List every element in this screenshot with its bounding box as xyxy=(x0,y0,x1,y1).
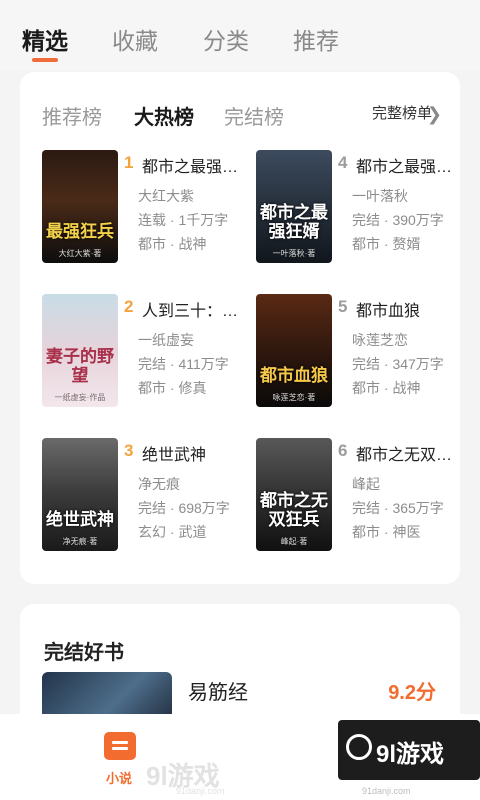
rank-number: 6 xyxy=(338,441,348,460)
book-stat: 连载 · 1千万字 xyxy=(138,212,229,228)
book-cover: 都市血狼 咏莲芝恋·著 xyxy=(256,294,332,407)
book-author: 峰起 xyxy=(352,476,380,492)
book-stat: 完结 · 411万字 xyxy=(138,356,229,372)
book-tags: 都市 · 战神 xyxy=(138,236,207,252)
active-tab-indicator xyxy=(32,58,58,62)
book-tags: 都市 · 修真 xyxy=(138,380,207,396)
bottom-nav-bar: 小说 9l游戏 91danji.com 9l游戏 91danji.com xyxy=(0,714,480,800)
tab-favorites[interactable]: 收藏 xyxy=(112,22,158,56)
book-title[interactable]: 易筋经 xyxy=(188,676,248,705)
book-item[interactable]: 妻子的野望 一纸虚妄·作品 2 人到三十：… 一纸虚妄 完结 · 411万字 都… xyxy=(42,294,252,410)
top-tab-bar: 精选 收藏 分类 推荐 xyxy=(0,0,480,70)
book-tags: 玄幻 · 武道 xyxy=(138,524,207,540)
tab-categories[interactable]: 分类 xyxy=(203,22,249,56)
book-cover: 都市之最强狂婿 一叶落秋·著 xyxy=(256,150,332,263)
watermark-text: 9l游戏 xyxy=(376,741,445,768)
book-author: 大红大紫 xyxy=(138,188,194,204)
book-title: 人到三十：… xyxy=(142,303,239,320)
book-author: 一叶落秋 xyxy=(352,188,408,204)
rank-number: 2 xyxy=(124,297,134,316)
rank-number: 5 xyxy=(338,297,348,316)
rank-number: 1 xyxy=(124,153,134,172)
book-item[interactable]: 绝世武神 净无痕·著 3 绝世武神 净无痕 完结 · 698万字 玄幻 · 武道 xyxy=(42,438,252,554)
book-item[interactable]: 都市血狼 咏莲芝恋·著 5 都市血狼 咏莲芝恋 完结 · 347万字 都市 · … xyxy=(256,294,466,410)
book-item[interactable]: 最强狂兵 大红大紫·著 1 都市之最强… 大红大紫 连载 · 1千万字 都市 ·… xyxy=(42,150,252,266)
book-title: 都市血狼 xyxy=(356,303,421,320)
book-stat: 完结 · 347万字 xyxy=(352,356,444,372)
book-cover: 最强狂兵 大红大紫·著 xyxy=(42,150,118,263)
book-tags: 都市 · 赘婿 xyxy=(352,236,421,252)
rank-tab-hot[interactable]: 大热榜 xyxy=(134,101,194,130)
nav-item-novel[interactable]: 小说 xyxy=(106,768,132,787)
book-stat: 完结 · 698万字 xyxy=(138,500,230,516)
watermark-url: 91danji.com xyxy=(176,786,225,796)
tab-featured[interactable]: 精选 xyxy=(22,22,68,56)
book-cover: 绝世武神 净无痕·著 xyxy=(42,438,118,551)
book-title: 都市之最强… xyxy=(356,159,453,176)
book-stat: 完结 · 365万字 xyxy=(352,500,444,516)
book-tags: 都市 · 神医 xyxy=(352,524,421,540)
book-item[interactable]: 都市之最强狂婿 一叶落秋·著 4 都市之最强… 一叶落秋 完结 · 390万字 … xyxy=(256,150,466,266)
book-tags: 都市 · 战神 xyxy=(352,380,421,396)
book-title: 都市之无双… xyxy=(356,447,453,464)
rank-number: 3 xyxy=(124,441,134,460)
rank-number: 4 xyxy=(338,153,348,172)
ranking-card: 推荐榜 大热榜 完结榜 完整榜单 ❯ 最强狂兵 大红大紫·著 1 都市之最强… … xyxy=(20,72,460,584)
book-title: 绝世武神 xyxy=(142,447,207,464)
rank-tab-finished[interactable]: 完结榜 xyxy=(224,101,284,130)
book-author: 净无痕 xyxy=(138,476,180,492)
chevron-right-icon[interactable]: ❯ xyxy=(427,104,442,125)
book-stat: 完结 · 390万字 xyxy=(352,212,444,228)
book-title: 都市之最强… xyxy=(142,159,239,176)
watermark-url: 91danji.com xyxy=(362,786,411,796)
book-author: 咏莲芝恋 xyxy=(352,332,408,348)
section-title: 完结好书 xyxy=(44,642,124,664)
book-cover: 都市之无双狂兵 峰起·著 xyxy=(256,438,332,551)
tab-recommend[interactable]: 推荐 xyxy=(293,22,339,56)
book-icon[interactable] xyxy=(104,732,136,760)
book-author: 一纸虚妄 xyxy=(138,332,194,348)
book-item[interactable]: 都市之无双狂兵 峰起·著 6 都市之无双… 峰起 完结 · 365万字 都市 ·… xyxy=(256,438,466,554)
full-list-link[interactable]: 完整榜单 xyxy=(372,102,432,123)
book-score: 9.2分 xyxy=(388,682,436,704)
rank-tab-recommend[interactable]: 推荐榜 xyxy=(42,101,102,130)
watermark-logo-icon xyxy=(346,734,372,760)
book-cover: 妻子的野望 一纸虚妄·作品 xyxy=(42,294,118,407)
